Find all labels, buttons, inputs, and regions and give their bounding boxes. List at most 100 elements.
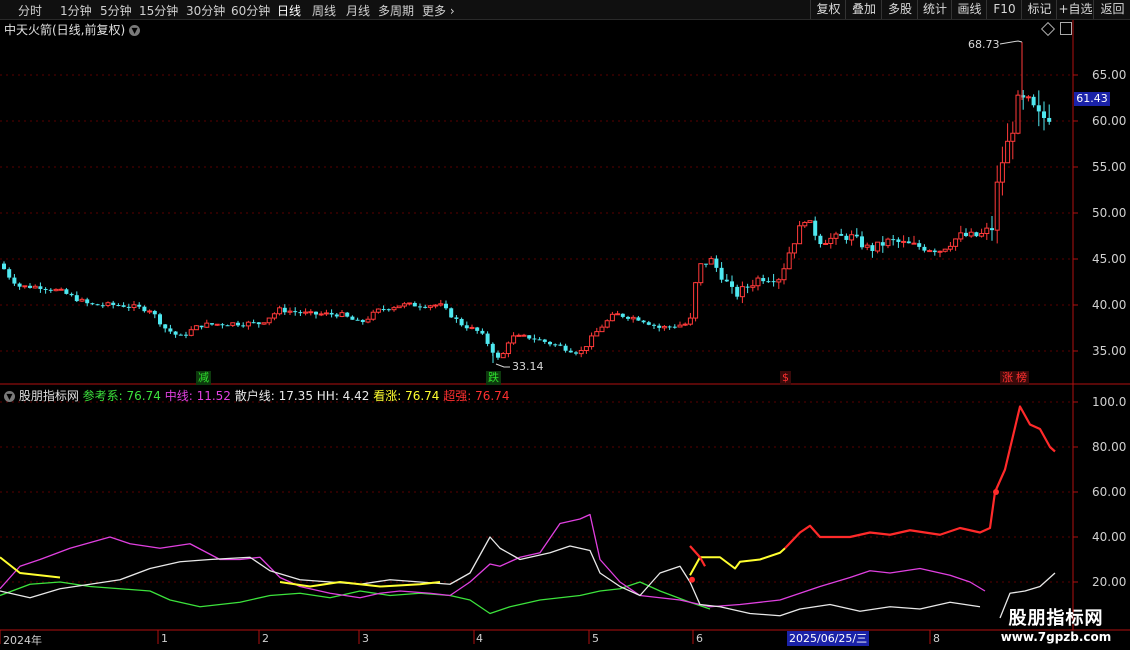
candle-body [444,303,448,309]
candle-body [271,313,277,319]
candle-body [345,312,350,317]
candle-body [776,279,782,283]
candle-body [687,317,693,325]
candle-body [661,325,667,329]
candle-body [261,322,267,325]
bullish-line-3 [689,547,786,576]
current-price-tag: 61.43 [1074,92,1110,106]
candle-body [870,245,875,251]
candle-body [927,250,933,253]
x-axis-label-0: 2024年 [3,634,42,647]
candle-body [178,334,183,336]
candle-body [511,335,517,344]
candle-body [350,316,355,320]
candle-body [548,341,552,345]
main-y-label-0: 65.00 [1092,68,1127,82]
low-price-label: 33.14 [512,360,544,373]
candle-body [672,326,677,328]
candle-body [475,327,480,331]
candle-body [1047,117,1052,122]
retail-line [0,536,981,617]
candle-body [864,244,870,248]
candle-body [469,326,475,329]
bullish-line-1 [0,556,61,579]
candle-body [381,309,386,311]
chevron-down-icon[interactable]: ▼ [4,391,15,402]
grid-lines [0,74,1073,583]
signal-marker-4: 榜 [1014,371,1029,385]
candle-body [626,316,630,319]
candle-body [137,304,142,307]
candle-body [225,325,230,327]
candle-body [1031,96,1036,106]
candle-body [100,305,105,307]
candle-body [574,352,578,354]
indicator-field-3: HH: 4.42 [312,389,370,403]
candle-body [323,312,329,315]
main-y-label-1: 60.00 [1092,114,1127,128]
candle-body [542,339,547,342]
x-axis-label-4: 4 [476,632,483,645]
candle-body [204,322,210,328]
candle-body [152,310,157,315]
candle-body [2,263,6,270]
candle-body [459,318,464,326]
candle-body [844,235,849,240]
signal-marker-2: $ [780,371,791,385]
candle-body [360,319,365,323]
ind-y-label-2: 60.00 [1092,485,1127,499]
indicator-field-1: 中线: 11.52 [160,389,231,403]
candle-body [641,320,646,323]
indicator-field-0: 参考系: 76.74 [82,389,161,403]
candle-body [318,313,324,316]
candle-body [818,235,823,245]
candle-body [245,321,251,327]
candle-body [7,269,12,278]
candle-body [833,233,839,239]
cursor-date-tag: 2025/06/25/三 [787,631,870,646]
candle-body [277,307,283,315]
ind-y-label-3: 40.00 [1092,530,1127,544]
candle-body [589,335,595,348]
candle-body [755,277,761,287]
candle-body [433,304,439,307]
signal-marker-0: 减 [196,371,211,385]
panel-toggle-icon[interactable] [1060,22,1072,35]
main-y-label-5: 40.00 [1092,298,1127,312]
watermark-title: 股朋指标网 [1008,608,1104,629]
candle-body [1005,140,1011,164]
candle-body [53,288,59,292]
candle-body [947,245,953,250]
candle-body [578,349,584,355]
candle-body [303,311,309,314]
candle-body [708,258,714,265]
candle-body [188,329,194,336]
candle-body [558,344,563,346]
candle-body [875,241,881,252]
candle-body [210,323,214,325]
indicator-name: 股朋指标网 [18,389,79,403]
candle-body [563,345,568,351]
candle-body [266,317,272,324]
candle-body [714,258,719,268]
candle-body [58,288,64,291]
candle-body [355,319,360,321]
candle-body [505,342,511,355]
low-pointer [495,363,510,368]
candle-body [917,243,922,247]
candle-body [214,323,220,326]
candle-body [142,306,147,312]
candle-body [516,334,522,337]
candle-body [256,322,261,325]
candle-body [32,285,38,289]
candle-body [464,325,469,329]
candlesticks [2,40,1052,368]
candle-body [979,233,985,237]
candle-body [308,311,314,314]
candle-body [636,317,641,321]
indicator-field-5: 超强: 76.74 [439,389,510,403]
candle-body [984,227,990,235]
candle-body [922,246,927,251]
candle-body [449,308,454,318]
candle-body [823,242,829,245]
